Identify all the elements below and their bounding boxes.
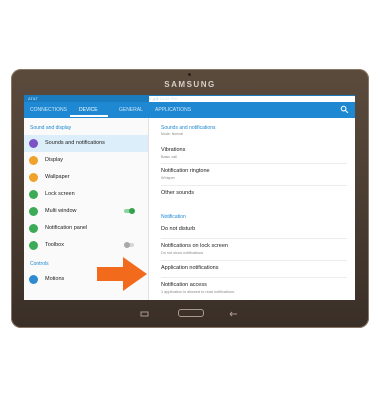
toolbox-icon [29, 241, 38, 250]
divider [161, 260, 347, 261]
divider [161, 163, 347, 164]
brand-logo: SAMSUNG [164, 80, 216, 89]
setting-title: Do not disturb [161, 226, 196, 232]
lock-icon [29, 190, 38, 199]
detail-heading: Sounds and notifications [161, 125, 216, 131]
tab-applications[interactable]: APPLICATIONS [155, 107, 191, 113]
setting-title: Vibrations [161, 147, 186, 153]
section-heading: Sound and display [30, 125, 72, 131]
front-camera [188, 73, 191, 76]
sidebar-item-notification-panel[interactable]: Notification panel [24, 220, 148, 237]
tab-device[interactable]: DEVICE [79, 107, 98, 113]
tab-general[interactable]: GENERAL [119, 107, 143, 113]
setting-other-sounds[interactable]: Other sounds [149, 187, 355, 201]
setting-title: Application notifications [161, 265, 219, 271]
speaker-icon [29, 139, 38, 148]
recent-apps-icon[interactable] [140, 311, 150, 317]
notification-panel-icon [29, 224, 38, 233]
setting-title: Other sounds [161, 190, 195, 196]
tablet-frame: SAMSUNG AT&T ▾ ◢ ▮ 12:45 PM CONNECTIONS … [11, 69, 369, 328]
setting-subtitle: 1 application is allowed to read notific… [161, 290, 236, 294]
settings-tab-bar: CONNECTIONS DEVICE GENERAL APPLICATIONS [24, 102, 355, 118]
section-heading: Notification [161, 214, 186, 220]
status-bar: AT&T ▾ ◢ ▮ 12:45 PM [24, 95, 355, 278]
sidebar-item-label: Toolbox [45, 242, 64, 248]
display-icon [29, 156, 38, 165]
toolbox-toggle[interactable] [124, 242, 134, 248]
motions-icon [29, 275, 38, 284]
sidebar-item-label: Sounds and notifications [45, 140, 105, 146]
setting-title: Notifications on lock screen [161, 243, 228, 249]
sidebar-item-wallpaper[interactable]: Wallpaper [24, 169, 148, 186]
sidebar-item-label: Multi window [45, 208, 77, 214]
multi-window-toggle[interactable] [124, 208, 135, 214]
divider [161, 277, 347, 278]
sidebar-item-sounds-notifications[interactable]: Sounds and notifications [24, 135, 148, 152]
home-button[interactable] [178, 309, 204, 317]
sidebar-item-label: Display [45, 157, 64, 163]
pointer-arrow-icon [97, 257, 147, 291]
active-tab-indicator [70, 115, 108, 117]
divider [161, 238, 347, 239]
tab-connections[interactable]: CONNECTIONS [30, 107, 67, 113]
setting-notification-ringtone[interactable]: Notification ringtone Whisper [149, 165, 355, 183]
hardware-nav-bar [11, 301, 369, 328]
mode-label: Mode: Normal [161, 132, 183, 136]
multi-window-icon [29, 207, 38, 216]
divider [161, 185, 347, 186]
sidebar-item-label: Motions [45, 276, 65, 282]
settings-detail-pane: Sounds and notifications Mode: Normal Vi… [149, 118, 355, 300]
setting-title: Notification access [161, 282, 207, 288]
wallpaper-icon [29, 173, 38, 182]
setting-do-not-disturb[interactable]: Do not disturb [149, 223, 355, 237]
setting-notification-access[interactable]: Notification access 1 application is all… [149, 279, 355, 298]
screen: AT&T ▾ ◢ ▮ 12:45 PM CONNECTIONS DEVICE G… [24, 95, 355, 300]
sidebar-item-label: Wallpaper [45, 174, 70, 180]
setting-subtitle: Whisper [161, 176, 175, 180]
search-icon[interactable] [340, 105, 349, 114]
setting-subtitle: Basic call [161, 155, 178, 159]
sidebar-item-multi-window[interactable]: Multi window [24, 203, 148, 220]
setting-vibrations[interactable]: Vibrations Basic call [149, 144, 355, 162]
sidebar-item-label: Notification panel [45, 225, 88, 231]
carrier-label: AT&T [28, 96, 38, 101]
sidebar-item-label: Lock screen [45, 191, 75, 197]
setting-subtitle: Do not show notifications [161, 251, 204, 255]
back-icon[interactable] [229, 311, 239, 317]
sidebar-item-toolbox[interactable]: Toolbox [24, 237, 148, 254]
sidebar-item-display[interactable]: Display [24, 152, 148, 169]
setting-application-notifications[interactable]: Application notifications [149, 262, 355, 276]
setting-notifications-lock-screen[interactable]: Notifications on lock screen Do not show… [149, 240, 355, 259]
sidebar-item-lock-screen[interactable]: Lock screen [24, 186, 148, 203]
setting-title: Notification ringtone [161, 168, 210, 174]
section-heading: Controls [30, 261, 49, 267]
